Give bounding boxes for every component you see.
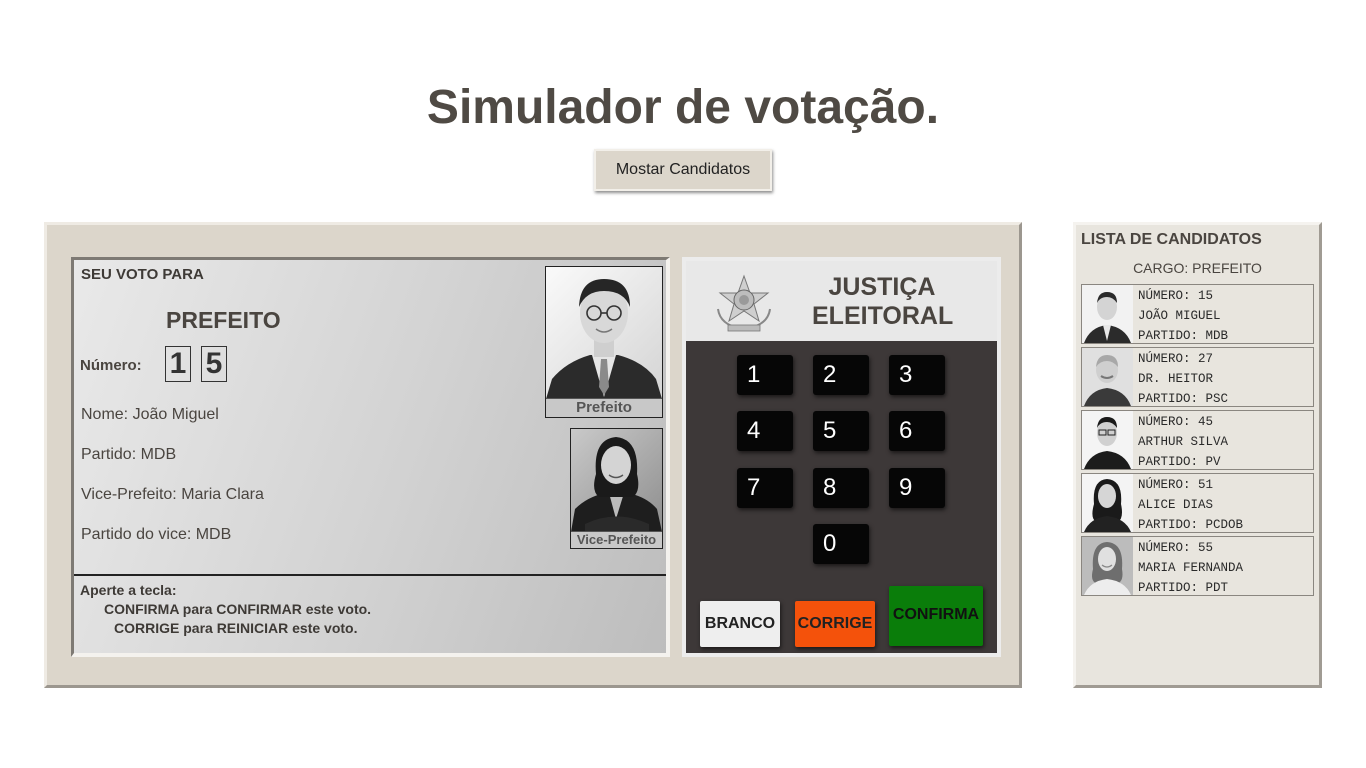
key-5[interactable]: 5 (813, 411, 869, 451)
candidate-number: NÚMERO: 45 (1138, 415, 1214, 429)
candidate-number: NÚMERO: 15 (1138, 289, 1214, 303)
mayor-photo: Prefeito (545, 266, 663, 418)
candidate-info: NÚMERO: 45 ARTHUR SILVA PARTIDO: PV (1138, 412, 1228, 472)
vice-party: Partido do vice: MDB (81, 526, 232, 543)
candidate-number: NÚMERO: 51 (1138, 478, 1214, 492)
instruction-line: Aperte a tecla: (80, 582, 177, 598)
instructions: Aperte a tecla: CONFIRMA para CONFIRMAR … (74, 574, 666, 653)
number-digit: 5 (201, 346, 227, 382)
office-title: PREFEITO (166, 307, 281, 333)
mayor-portrait (546, 267, 662, 398)
vice-name: Vice-Prefeito: Maria Clara (81, 486, 264, 503)
candidate-name: ALICE DIAS (1138, 498, 1214, 512)
candidate-photo (1082, 474, 1133, 532)
number-digit: 1 (165, 346, 191, 382)
key-8[interactable]: 8 (813, 468, 869, 508)
candidate-card: NÚMERO: 15 JOÃO MIGUEL PARTIDO: MDB (1081, 284, 1314, 344)
candidate-number: NÚMERO: 55 (1138, 541, 1214, 555)
candidate-photo (1082, 411, 1133, 469)
candidate-card: NÚMERO: 45 ARTHUR SILVA PARTIDO: PV (1081, 410, 1314, 470)
vice-portrait (571, 429, 662, 531)
candidate-info: NÚMERO: 27 DR. HEITOR PARTIDO: PSC (1138, 349, 1228, 409)
key-6[interactable]: 6 (889, 411, 945, 451)
page-title: Simulador de votação. (426, 81, 940, 134)
vote-screen: , SEU VOTO PARA PREFEITO Número: 1 5 Nom… (71, 257, 670, 657)
candidate-card: NÚMERO: 51 ALICE DIAS PARTIDO: PCDOB (1081, 473, 1314, 533)
key-1[interactable]: 1 (737, 355, 793, 395)
corrige-button[interactable]: CORRIGE (795, 601, 875, 647)
candidate-party: PARTIDO: PSC (1138, 392, 1229, 406)
voting-machine: , SEU VOTO PARA PREFEITO Número: 1 5 Nom… (44, 222, 1022, 688)
candidate-party: Partido: MDB (81, 446, 177, 463)
justica-eleitoral-title: JUSTIÇA ELEITORAL (812, 273, 954, 331)
key-0[interactable]: 0 (813, 524, 869, 564)
confirma-button[interactable]: CONFIRMA (889, 586, 983, 646)
vice-photo-caption: Vice-Prefeito (571, 531, 662, 548)
key-2[interactable]: 2 (813, 355, 869, 395)
candidate-name: ARTHUR SILVA (1138, 435, 1229, 449)
candidate-name: MARIA FERNANDA (1138, 561, 1244, 575)
candidate-info: NÚMERO: 15 JOÃO MIGUEL PARTIDO: MDB (1138, 286, 1228, 346)
mayor-photo-caption: Prefeito (546, 398, 662, 417)
candidate-photo (1082, 285, 1133, 343)
branco-button[interactable]: BRANCO (700, 601, 780, 647)
keypad-panel: JUSTIÇA ELEITORAL 1 2 3 4 5 6 7 8 9 0 BR… (682, 257, 1001, 657)
number-label: Número: (80, 357, 142, 374)
vice-photo: Vice-Prefeito (570, 428, 663, 549)
candidate-party: PARTIDO: PDT (1138, 581, 1229, 595)
candidate-party: PARTIDO: PV (1138, 455, 1221, 469)
coat-of-arms-icon (712, 273, 776, 340)
candidate-info: NÚMERO: 51 ALICE DIAS PARTIDO: PCDOB (1138, 475, 1243, 535)
candidate-photo (1082, 537, 1133, 595)
justica-line: JUSTIÇA (828, 273, 936, 301)
candidate-name: Nome: João Miguel (81, 406, 219, 423)
candidate-list-cargo: CARGO: PREFEITO (1133, 260, 1262, 276)
candidate-info: NÚMERO: 55 MARIA FERNANDA PARTIDO: PDT (1138, 538, 1243, 598)
key-9[interactable]: 9 (889, 468, 945, 508)
instruction-line: CONFIRMA para CONFIRMAR este voto. (104, 601, 372, 617)
candidate-list-panel: LISTA DE CANDIDATOS CARGO: PREFEITO NÚME… (1073, 222, 1322, 688)
candidate-card: NÚMERO: 55 MARIA FERNANDA PARTIDO: PDT (1081, 536, 1314, 596)
candidate-number: NÚMERO: 27 (1138, 352, 1214, 366)
candidate-name: DR. HEITOR (1138, 372, 1214, 386)
keypad-header: JUSTIÇA ELEITORAL (686, 261, 997, 341)
show-candidates-button[interactable]: Mostar Candidatos (594, 149, 772, 191)
candidate-party: PARTIDO: PCDOB (1138, 518, 1244, 532)
candidate-party: PARTIDO: MDB (1138, 329, 1229, 343)
candidate-list-title: LISTA DE CANDIDATOS (1081, 231, 1262, 248)
candidate-name: JOÃO MIGUEL (1138, 309, 1221, 323)
key-4[interactable]: 4 (737, 411, 793, 451)
vote-label: SEU VOTO PARA (81, 266, 204, 283)
instruction-line: CORRIGE para REINICIAR este voto. (114, 620, 358, 636)
eleitoral-line: ELEITORAL (812, 302, 954, 330)
candidate-photo (1082, 348, 1133, 406)
key-3[interactable]: 3 (889, 355, 945, 395)
key-7[interactable]: 7 (737, 468, 793, 508)
candidate-card: NÚMERO: 27 DR. HEITOR PARTIDO: PSC (1081, 347, 1314, 407)
